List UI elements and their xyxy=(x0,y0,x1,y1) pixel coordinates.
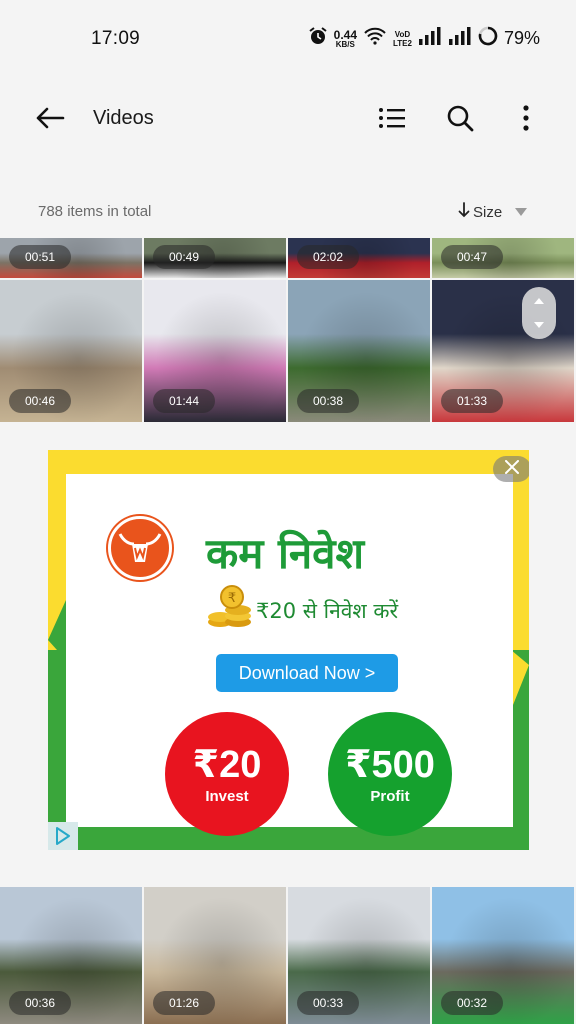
video-thumbnail[interactable]: 00:36 xyxy=(0,887,142,1024)
ad-profit-label: Profit xyxy=(370,787,410,805)
ad-headline: कम निवेश xyxy=(206,529,365,578)
ad-profit-amount: ₹500 xyxy=(345,743,435,786)
items-count: 788 items in total xyxy=(38,203,152,220)
chevron-up-icon xyxy=(533,292,545,310)
ad-close-button[interactable] xyxy=(493,456,529,482)
net-speed-value: 0.44 xyxy=(333,27,357,42)
video-duration: 02:02 xyxy=(297,245,359,269)
ad-invest-badge: ₹20 Invest xyxy=(165,712,289,836)
back-button[interactable] xyxy=(30,102,70,138)
ad-invest-label: Invest xyxy=(205,787,249,805)
sort-label: Size xyxy=(473,203,503,221)
videos-screen: 17:09 0.44 KB/S VoD LTE2 79% Videos 788 … xyxy=(0,0,576,1024)
volte-line1: VoD xyxy=(394,29,411,39)
sort-button[interactable]: Size xyxy=(458,201,528,223)
video-thumbnail[interactable]: 00:32 xyxy=(432,887,574,1024)
video-thumbnail[interactable]: 00:33 xyxy=(288,887,430,1024)
status-bar: 17:09 0.44 KB/S VoD LTE2 79% xyxy=(0,0,576,78)
video-duration: 00:47 xyxy=(441,245,503,269)
video-grid-bottom: 00:36 01:26 00:33 00:32 xyxy=(0,887,576,1024)
video-duration: 00:33 xyxy=(297,991,359,1015)
back-arrow-icon xyxy=(35,107,65,134)
battery-percent: 79% xyxy=(503,28,540,48)
list-view-icon xyxy=(378,107,406,134)
bull-logo-icon xyxy=(108,516,172,580)
svg-text:₹: ₹ xyxy=(228,591,236,606)
ad-banner[interactable]: कम निवेश ₹ ₹20 से निवेश करें Download No… xyxy=(48,450,529,850)
caret-down-icon xyxy=(515,208,528,216)
status-icons: 0.44 KB/S VoD LTE2 79% xyxy=(308,26,540,51)
volte-indicator: VoD LTE2 xyxy=(393,30,412,48)
ad-invest-amount: ₹20 xyxy=(192,743,262,786)
video-thumbnail[interactable]: 00:46 xyxy=(0,280,142,422)
alarm-icon xyxy=(308,26,328,51)
video-thumbnail[interactable]: 00:51 xyxy=(0,238,142,278)
video-duration: 01:33 xyxy=(441,389,503,413)
close-icon xyxy=(505,459,519,479)
ad-profit-badge: ₹500 Profit xyxy=(328,712,452,836)
signal-icon xyxy=(418,27,442,50)
list-view-button[interactable] xyxy=(372,102,412,138)
net-speed-unit: KB/S xyxy=(335,39,355,49)
sort-down-arrow-icon xyxy=(458,202,470,222)
more-vert-icon xyxy=(522,104,530,136)
ad-content: कम निवेश ₹ ₹20 से निवेश करें Download No… xyxy=(66,474,513,836)
video-duration: 01:26 xyxy=(153,991,215,1015)
video-thumbnail[interactable]: 02:02 xyxy=(288,238,430,278)
search-button[interactable] xyxy=(440,102,480,138)
video-thumbnail[interactable]: 00:38 xyxy=(288,280,430,422)
status-time: 17:09 xyxy=(91,28,141,49)
more-options-button[interactable] xyxy=(508,102,544,138)
video-duration: 00:49 xyxy=(153,245,215,269)
video-thumbnail[interactable]: 00:47 xyxy=(432,238,574,278)
page-title: Videos xyxy=(93,107,154,129)
app-bar: Videos xyxy=(0,90,576,150)
video-grid-top: 00:51 00:49 02:02 00:47 00:46 01:44 00:38 01:33 xyxy=(0,238,576,422)
video-duration: 01:44 xyxy=(153,389,215,413)
video-thumbnail[interactable]: 00:49 xyxy=(144,238,286,278)
video-duration: 00:38 xyxy=(297,389,359,413)
ad-subline: ₹20 से निवेश करें xyxy=(256,599,399,623)
video-thumbnail[interactable]: 01:26 xyxy=(144,887,286,1024)
ad-choices-icon[interactable] xyxy=(48,822,78,850)
video-duration: 00:51 xyxy=(9,245,71,269)
video-duration: 00:32 xyxy=(441,991,503,1015)
video-thumbnail[interactable]: 01:44 xyxy=(144,280,286,422)
net-speed: 0.44 KB/S xyxy=(334,29,357,49)
coin-stack-icon: ₹ xyxy=(206,584,254,630)
volte-line2: LTE2 xyxy=(393,38,412,48)
battery-ring-icon xyxy=(478,26,498,51)
ad-download-button[interactable]: Download Now > xyxy=(216,654,398,692)
video-duration: 00:46 xyxy=(9,389,71,413)
signal-icon xyxy=(448,27,472,50)
video-duration: 00:36 xyxy=(9,991,71,1015)
fast-scroll-handle[interactable] xyxy=(522,287,556,339)
search-icon xyxy=(446,104,474,137)
chevron-down-icon xyxy=(533,316,545,334)
wifi-icon xyxy=(363,26,387,51)
